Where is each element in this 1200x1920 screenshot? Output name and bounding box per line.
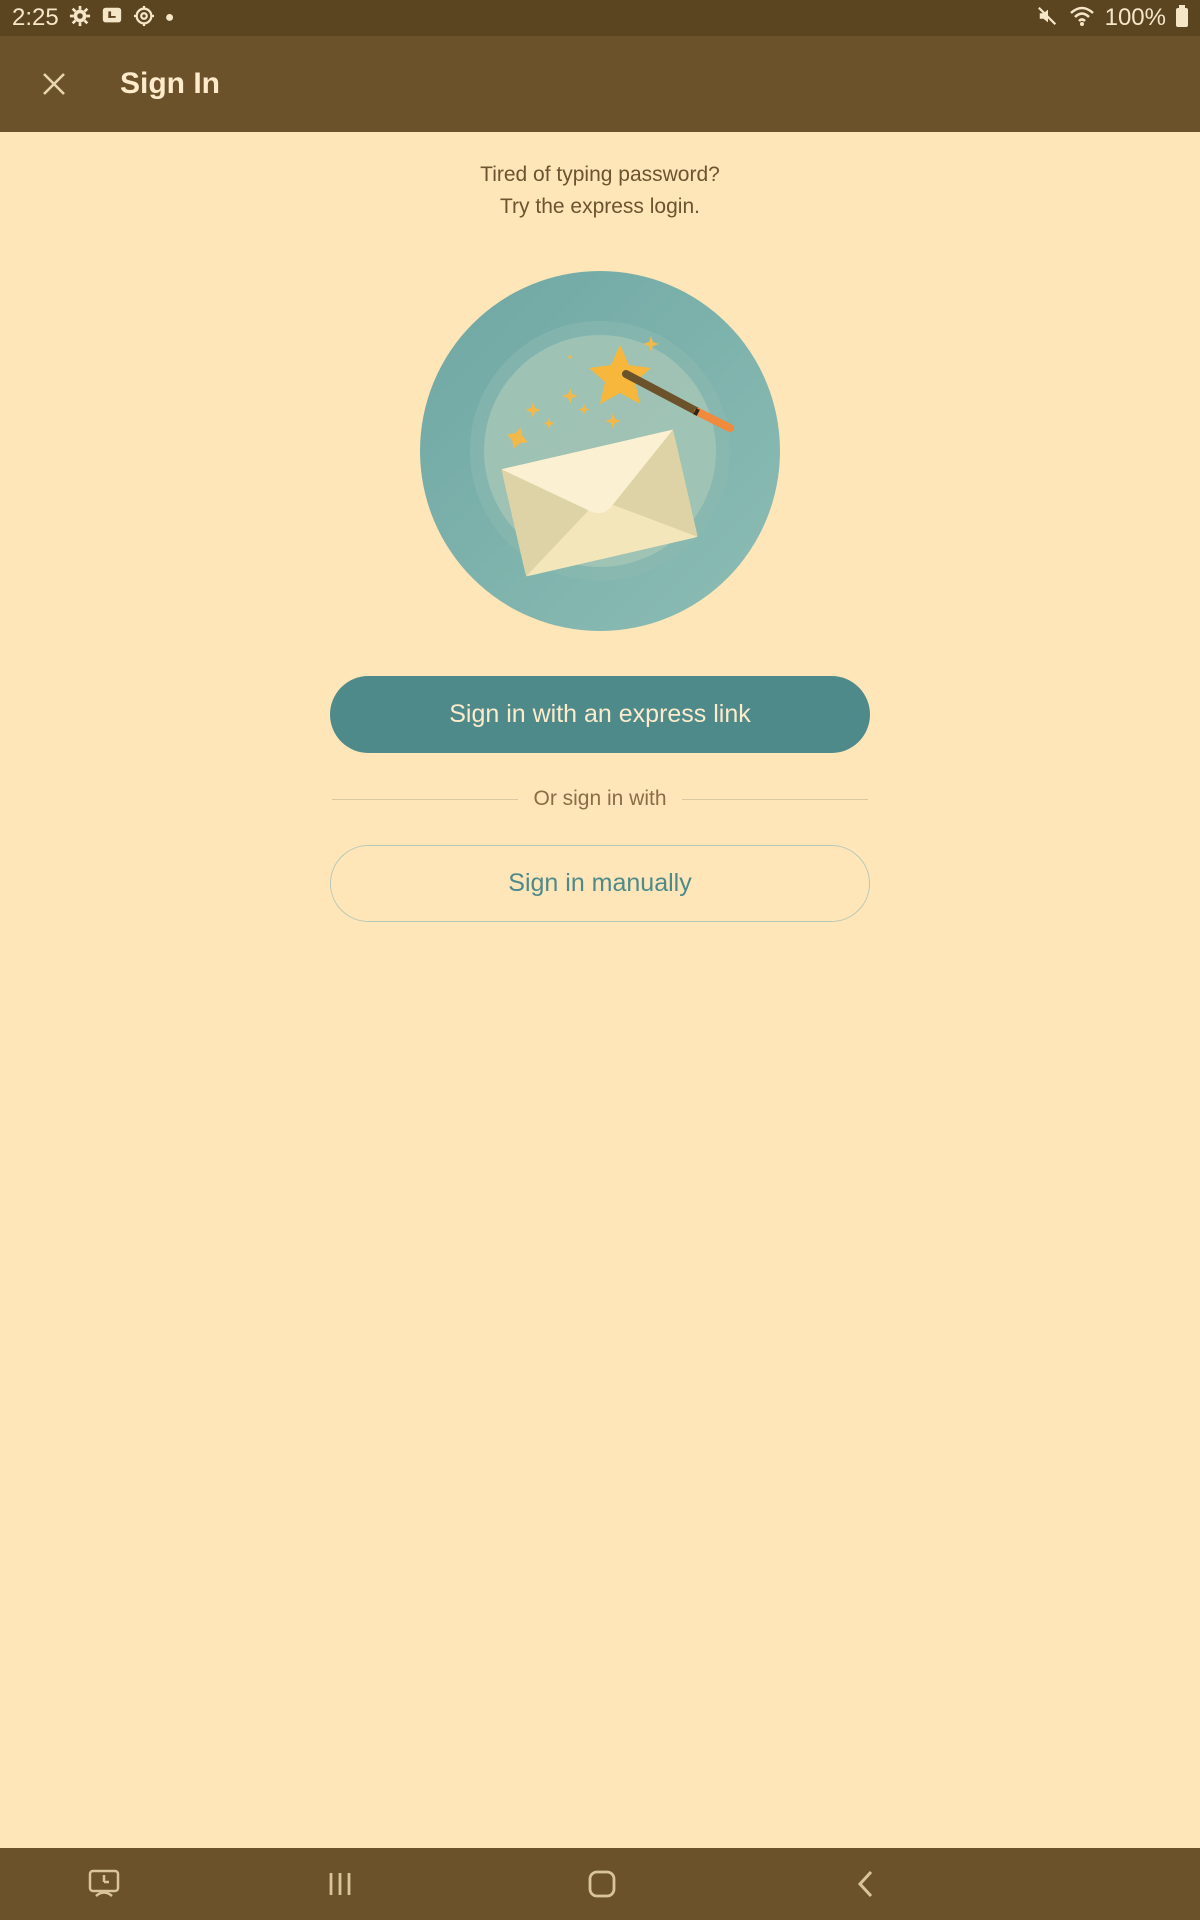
divider-text: Or sign in with xyxy=(533,787,667,810)
status-right: 100% xyxy=(1037,4,1188,32)
envelope-magic-wand-illustration xyxy=(420,270,780,632)
app-bar: Sign In xyxy=(0,36,1200,132)
recent-apps-icon xyxy=(329,1873,351,1895)
sign-in-manually-button[interactable]: Sign in manually xyxy=(330,845,870,922)
recent-apps-button[interactable] xyxy=(300,1848,380,1920)
battery-percentage: 100% xyxy=(1104,4,1166,31)
battery-icon xyxy=(1176,5,1188,31)
settings-cog-icon xyxy=(133,5,155,31)
home-icon xyxy=(588,1870,616,1898)
screen: 2:25 ● 100% Sign In Tired of typing pass… xyxy=(0,0,1200,1920)
close-icon xyxy=(43,73,65,95)
divider: Or sign in with xyxy=(332,784,869,814)
screen-recorder-icon xyxy=(88,1869,120,1897)
express-link-button[interactable]: Sign in with an express link xyxy=(330,676,870,753)
navigation-bar xyxy=(0,1848,1200,1920)
screen-share-icon xyxy=(101,5,123,31)
mute-icon xyxy=(1037,5,1059,31)
divider-line-right xyxy=(681,798,869,800)
back-button[interactable] xyxy=(826,1848,906,1920)
tagline-line-1: Tired of typing password? xyxy=(480,163,720,186)
close-button[interactable] xyxy=(22,52,86,116)
page-title: Sign In xyxy=(120,67,220,100)
tagline-line-2: Try the express login. xyxy=(500,195,700,218)
status-bar: 2:25 ● 100% xyxy=(0,0,1200,36)
screen-recorder-button[interactable] xyxy=(64,1848,144,1920)
status-left: 2:25 ● xyxy=(12,4,174,32)
gear-icon xyxy=(69,5,91,31)
status-time: 2:25 xyxy=(12,4,59,31)
divider-line-left xyxy=(332,798,519,800)
dot-icon: ● xyxy=(164,9,175,26)
home-button[interactable] xyxy=(562,1848,642,1920)
back-icon xyxy=(857,1870,873,1898)
wifi-icon xyxy=(1069,5,1095,31)
